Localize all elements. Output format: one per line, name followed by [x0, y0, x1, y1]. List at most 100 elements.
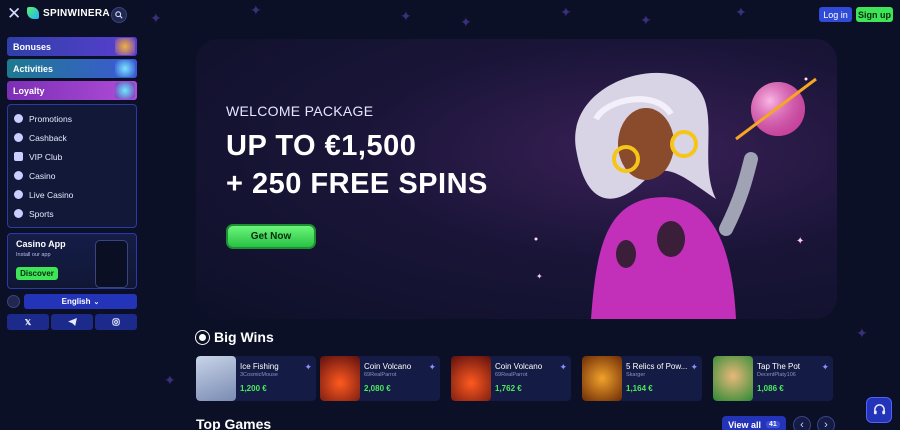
space-heroine-illustration: ✦ ✦ [534, 72, 817, 319]
instagram-social-button[interactable] [95, 314, 137, 330]
svg-text:✦: ✦ [536, 272, 543, 281]
login-button[interactable]: Log in [819, 7, 852, 22]
sparkle-icon: ✦ [559, 362, 567, 372]
instagram-icon [112, 318, 120, 326]
view-all-count: 41 [766, 421, 780, 428]
headset-icon [873, 403, 885, 414]
win-amount: 1,086 € [757, 384, 784, 393]
view-all-button[interactable]: View all 41 [722, 416, 786, 430]
sidebar-item-sports[interactable]: Sports [14, 204, 130, 223]
tap-the-pot-thumbnail [713, 356, 753, 401]
win-player-name: 69RealParrot [364, 372, 397, 378]
sparkle-icon: ✦ [428, 362, 436, 372]
big-wins-icon [196, 330, 209, 344]
win-amount: 1,164 € [626, 384, 653, 393]
sidebar-item-label: VIP Club [29, 151, 63, 162]
relics-of-power-thumbnail [582, 356, 622, 401]
signup-button[interactable]: Sign up [856, 7, 893, 22]
language-label: English [61, 297, 91, 306]
telegram-icon [67, 318, 77, 326]
big-win-card[interactable]: 5 Relics of Pow... Skarger 1,164 € ✦ [582, 356, 702, 401]
casino-app-promo: Casino App Install our app Discover [7, 233, 137, 289]
sidebar-item-live-casino[interactable]: Live Casino [14, 185, 130, 204]
language-row: English ⌄ [7, 294, 137, 309]
social-links: 𝕏 [7, 314, 137, 330]
big-win-card[interactable]: Tap The Pot DecentPlaty106 1,086 € ✦ [713, 356, 833, 401]
sidebar-item-label: Promotions [29, 113, 72, 124]
chevron-right-icon: › [824, 419, 828, 430]
hero-banner[interactable]: WELCOME PACKAGE UP TO €1,500 + 250 FREE … [196, 39, 837, 319]
sports-ball-icon [14, 209, 23, 218]
sparkle-icon: ✦ [821, 362, 829, 372]
carousel-next-button[interactable]: › [817, 416, 835, 430]
big-wins-heading: Big Wins [196, 329, 274, 345]
coin-volcano-thumbnail [320, 356, 360, 401]
sidebar-category-activities[interactable]: Activities [7, 59, 137, 78]
win-player-name: 69RealParrot [495, 372, 528, 378]
big-win-card[interactable]: Ice Fishing 3CosmicMouse 1,200 € ✦ [196, 356, 316, 401]
category-label: Loyalty [13, 85, 45, 96]
close-menu-icon[interactable]: ✕ [7, 5, 21, 22]
top-bar: ✕ SPINWINERA Log in Sign up [0, 0, 900, 30]
casino-chip-icon [14, 171, 23, 180]
x-social-button[interactable]: 𝕏 [7, 314, 49, 330]
logo-mark-icon [27, 7, 39, 19]
win-game-name: 5 Relics of Pow... [626, 362, 688, 371]
promotions-icon [14, 114, 23, 123]
chevron-left-icon: ‹ [800, 419, 804, 430]
get-now-button[interactable]: Get Now [226, 224, 316, 249]
carousel-prev-button[interactable]: ‹ [793, 416, 811, 430]
sidebar-item-label: Live Casino [29, 189, 74, 200]
brand-name: SPINWINERA [43, 7, 110, 19]
cashback-icon [14, 133, 23, 142]
hero-title: UP TO €1,500 + 250 FREE SPINS [226, 127, 488, 203]
sidebar-item-cashback[interactable]: Cashback [14, 128, 130, 147]
sidebar-item-promotions[interactable]: Promotions [14, 109, 130, 128]
search-button[interactable] [111, 7, 127, 23]
live-casino-icon [14, 190, 23, 199]
win-game-name: Coin Volcano [495, 362, 543, 371]
crown-icon [14, 152, 23, 161]
chevron-down-icon: ⌄ [93, 298, 100, 306]
hero-title-line-1: UP TO €1,500 [226, 130, 417, 162]
coin-volcano-thumbnail [451, 356, 491, 401]
svg-text:✦: ✦ [796, 236, 804, 247]
win-game-name: Coin Volcano [364, 362, 412, 371]
sidebar-category-loyalty[interactable]: Loyalty [7, 81, 137, 100]
language-select[interactable]: English ⌄ [24, 294, 137, 309]
win-amount: 2,080 € [364, 384, 391, 393]
search-icon [115, 11, 123, 19]
sidebar-item-label: Sports [29, 208, 54, 219]
hero-title-line-2: + 250 FREE SPINS [226, 168, 488, 200]
win-game-name: Tap The Pot [757, 362, 800, 371]
hero-eyebrow: WELCOME PACKAGE [226, 103, 374, 119]
brand-logo[interactable]: SPINWINERA [27, 7, 110, 19]
sidebar-item-casino[interactable]: Casino [14, 166, 130, 185]
ice-fishing-thumbnail [196, 356, 236, 401]
category-label: Bonuses [13, 41, 52, 52]
discover-app-button[interactable]: Discover [16, 267, 58, 280]
x-icon: 𝕏 [24, 317, 32, 327]
treasure-chest-icon [115, 38, 135, 55]
telegram-social-button[interactable] [51, 314, 93, 330]
sidebar-item-label: Cashback [29, 132, 67, 143]
sparkle-icon: ✦ [304, 362, 312, 372]
big-win-card[interactable]: Coin Volcano 69RealParrot 2,080 € ✦ [320, 356, 440, 401]
top-games-heading: Top Games [196, 416, 272, 430]
robot-icon [115, 60, 135, 77]
big-win-card[interactable]: Coin Volcano 69RealParrot 1,762 € ✦ [451, 356, 571, 401]
view-all-label: View all [728, 419, 762, 430]
win-amount: 1,200 € [240, 384, 267, 393]
headset-icon[interactable] [7, 295, 20, 308]
support-chat-button[interactable] [866, 397, 892, 423]
sidebar-menu: Promotions Cashback VIP Club Casino Live… [7, 104, 137, 228]
big-wins-title: Big Wins [214, 329, 274, 345]
gift-box-icon [115, 82, 135, 99]
sidebar-item-vip-club[interactable]: VIP Club [14, 147, 130, 166]
win-player-name: 3CosmicMouse [240, 372, 278, 378]
sidebar-category-bonuses[interactable]: Bonuses [7, 37, 137, 56]
win-amount: 1,762 € [495, 384, 522, 393]
win-game-name: Ice Fishing [240, 362, 279, 371]
win-player-name: DecentPlaty106 [757, 372, 796, 378]
phone-mockup-icon [95, 240, 128, 288]
